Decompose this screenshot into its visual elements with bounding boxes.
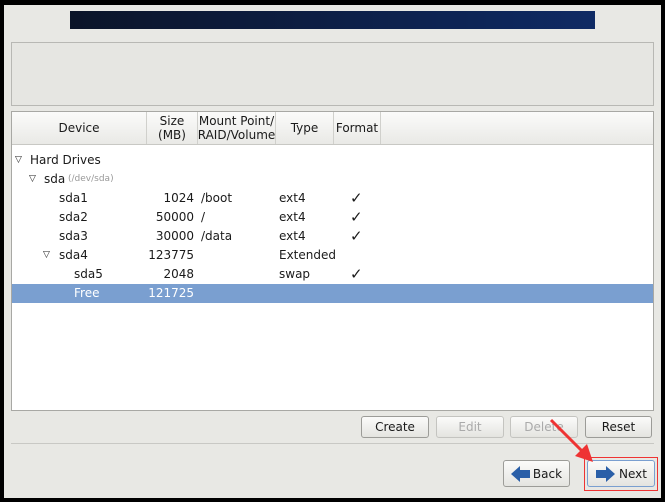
mount-cell: / [201,210,206,224]
type-cell: ext4 [279,229,306,243]
installer-window: Device Size (MB) Mount Point/RAID/Volume … [4,5,661,498]
back-label: Back [532,466,563,481]
disk-name: sda [44,172,66,186]
table-row[interactable]: Free 121725 [12,284,653,303]
size-cell: 121725 [148,286,194,300]
arrow-left-icon [510,465,530,482]
device-cell: sda2 [59,210,88,224]
col-device[interactable]: Device [12,112,147,144]
device-cell: sda1 [59,191,88,205]
col-format[interactable]: Format [334,112,381,144]
table-header: Device Size (MB) Mount Point/RAID/Volume … [12,112,653,145]
mount-cell: /data [201,229,233,243]
type-cell: ext4 [279,210,306,224]
size-cell: 123775 [148,248,194,262]
format-check-icon[interactable]: ✓ [350,189,363,208]
info-panel [11,42,654,106]
group-row[interactable]: ▽ Hard Drives [12,151,653,170]
expander-down-icon[interactable]: ▽ [43,246,50,265]
group-label: Hard Drives [30,153,101,167]
annotation-arrow-icon [549,418,593,462]
back-button[interactable]: Back [503,460,570,487]
table-row[interactable]: sda5 2048 swap ✓ [12,265,653,284]
size-cell: 30000 [155,229,194,243]
format-check-icon[interactable]: ✓ [350,227,363,246]
col-size[interactable]: Size (MB) [147,112,198,144]
device-cell: Free [74,286,100,300]
table-row[interactable]: sda3 30000/data ext4 ✓ [12,227,653,246]
disk-path: (/dev/sda) [68,174,114,184]
device-cell: sda3 [59,229,88,243]
expander-down-icon[interactable]: ▽ [29,170,36,189]
col-size-line2: (MB) [158,128,186,142]
col-mount-line1: Mount Point/ [198,114,275,128]
size-cell: 50000 [155,210,194,224]
expander-down-icon[interactable]: ▽ [15,151,22,170]
partition-table[interactable]: Device Size (MB) Mount Point/RAID/Volume … [11,111,654,411]
disk-row[interactable]: ▽ sda (/dev/sda) [12,170,653,189]
device-cell: sda5 [74,267,103,281]
type-cell: swap [279,267,311,281]
table-row[interactable]: ▽ sda4 123775 Extended [12,246,653,265]
col-mount[interactable]: Mount Point/RAID/Volume [198,112,276,144]
col-size-line1: Size [159,114,185,128]
type-cell: Extended [279,248,336,262]
size-cell: 1024 [163,191,194,205]
col-type[interactable]: Type [276,112,334,144]
mount-cell: /boot [201,191,233,205]
device-cell: sda4 [59,248,88,262]
create-button[interactable]: Create [361,416,429,438]
table-row[interactable]: sda2 50000 / ext4 ✓ [12,208,653,227]
size-cell: 2048 [163,267,194,281]
type-cell: ext4 [279,191,306,205]
format-check-icon[interactable]: ✓ [350,208,363,227]
header-banner [70,11,595,29]
edit-button[interactable]: Edit [436,416,504,438]
col-mount-line2: RAID/Volume [197,128,276,142]
format-check-icon[interactable]: ✓ [350,265,363,284]
table-row[interactable]: sda1 1024/boot ext4 ✓ [12,189,653,208]
